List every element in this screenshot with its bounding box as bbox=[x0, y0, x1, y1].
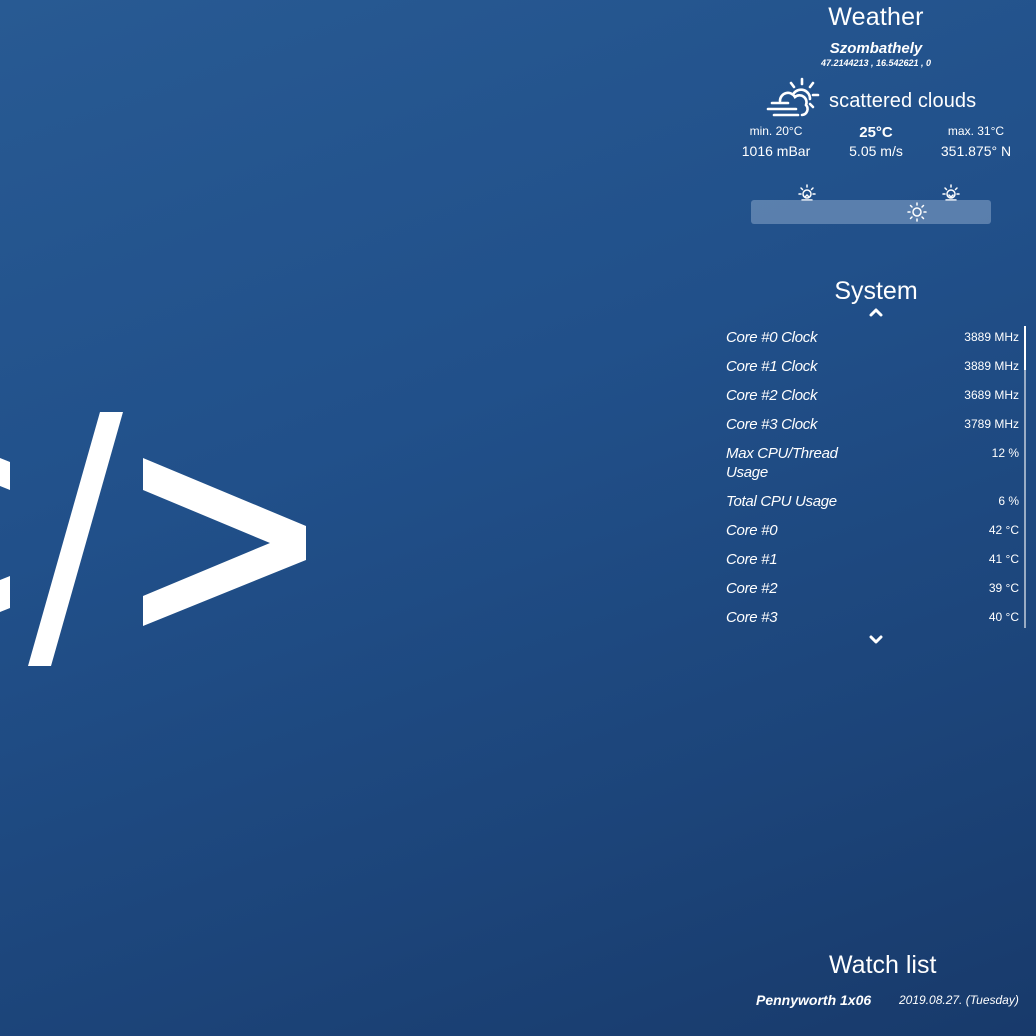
sun-progress bbox=[716, 180, 1036, 230]
list-item: Core #0 Clock 3889 MHz bbox=[726, 326, 1026, 355]
scrollbar-thumb[interactable] bbox=[1024, 326, 1026, 370]
system-widget: System Core #0 Clock 3889 MHz Core #1 Cl… bbox=[716, 276, 1036, 644]
wind-direction: 351.875° N bbox=[940, 143, 1012, 159]
scrollbar[interactable] bbox=[1024, 326, 1026, 628]
wind-speed: 5.05 m/s bbox=[849, 143, 903, 159]
sensor-value: 3889 MHz bbox=[964, 359, 1019, 373]
sensor-label: Core #0 Clock bbox=[726, 329, 818, 346]
sensor-value: 3889 MHz bbox=[964, 330, 1019, 344]
min-temperature: min. 20°C bbox=[749, 124, 803, 138]
sensor-value: 6 % bbox=[998, 494, 1019, 508]
sensor-value: 41 °C bbox=[988, 552, 1019, 566]
list-item: Core #3 40 °C bbox=[726, 606, 1026, 635]
watchlist-show[interactable]: Pennyworth 1x06 bbox=[756, 991, 871, 1009]
list-item: Total CPU Usage 6 % bbox=[726, 490, 1026, 519]
pressure: 1016 mBar bbox=[741, 143, 811, 159]
sensor-label: Core #3 bbox=[726, 609, 778, 626]
sensor-label: Core #1 Clock bbox=[726, 358, 818, 375]
list-item: Core #0 42 °C bbox=[726, 519, 1026, 548]
current-temperature: 25°C bbox=[859, 124, 893, 141]
list-item: Core #1 Clock 3889 MHz bbox=[726, 355, 1026, 384]
weather-widget: Weather Szombathely 47.2144213 , 16.5426… bbox=[716, 0, 1036, 224]
sensor-value: 42 °C bbox=[988, 523, 1019, 537]
weather-coordinates: 47.2144213 , 16.542621 , 0 bbox=[820, 58, 932, 68]
list-item: Max CPU/Thread Usage 12 % bbox=[726, 442, 1026, 490]
weather-description: scattered clouds bbox=[829, 90, 977, 112]
sensor-value: 3689 MHz bbox=[964, 388, 1019, 402]
watchlist-title: Watch list bbox=[829, 951, 937, 979]
chevron-down-icon[interactable] bbox=[866, 634, 886, 646]
sun-icon bbox=[907, 202, 927, 222]
sun-progress-bar bbox=[751, 200, 991, 224]
sensor-label: Core #2 Clock bbox=[726, 387, 818, 404]
list-item: Core #2 Clock 3689 MHz bbox=[726, 384, 1026, 413]
weather-title: Weather bbox=[828, 3, 924, 31]
chevron-up-icon[interactable] bbox=[866, 306, 886, 318]
sensor-label: Core #2 bbox=[726, 580, 778, 597]
sensor-value: 12 % bbox=[991, 446, 1019, 460]
sensor-value: 39 °C bbox=[988, 581, 1019, 595]
sensor-value: 3789 MHz bbox=[964, 417, 1019, 431]
watchlist-date: 2019.08.27. (Tuesday) bbox=[899, 993, 1019, 1007]
list-item: Core #1 41 °C bbox=[726, 548, 1026, 577]
sensor-label: Total CPU Usage bbox=[726, 493, 837, 510]
sensor-label: Max CPU/Thread Usage bbox=[726, 445, 838, 481]
sensor-label: Core #3 Clock bbox=[726, 416, 818, 433]
sensor-value: 40 °C bbox=[988, 610, 1019, 624]
max-temperature: max. 31°C bbox=[947, 124, 1005, 138]
list-item: Core #3 Clock 3789 MHz bbox=[726, 413, 1026, 442]
list-item: Core #2 39 °C bbox=[726, 577, 1026, 606]
weather-city: Szombathely bbox=[829, 40, 923, 57]
sensor-label: Core #1 bbox=[726, 551, 778, 568]
system-sensor-list[interactable]: Core #0 Clock 3889 MHz Core #1 Clock 388… bbox=[726, 326, 1026, 628]
sensor-label: Core #0 bbox=[726, 522, 778, 539]
code-slash-icon bbox=[0, 412, 306, 666]
weather-condition: scattered clouds bbox=[716, 71, 1036, 127]
weather-details: min. 20°C 25°C max. 31°C 1016 mBar 5.05 … bbox=[716, 120, 1036, 164]
system-title: System bbox=[834, 277, 918, 305]
partly-cloudy-windy-icon bbox=[766, 77, 820, 117]
